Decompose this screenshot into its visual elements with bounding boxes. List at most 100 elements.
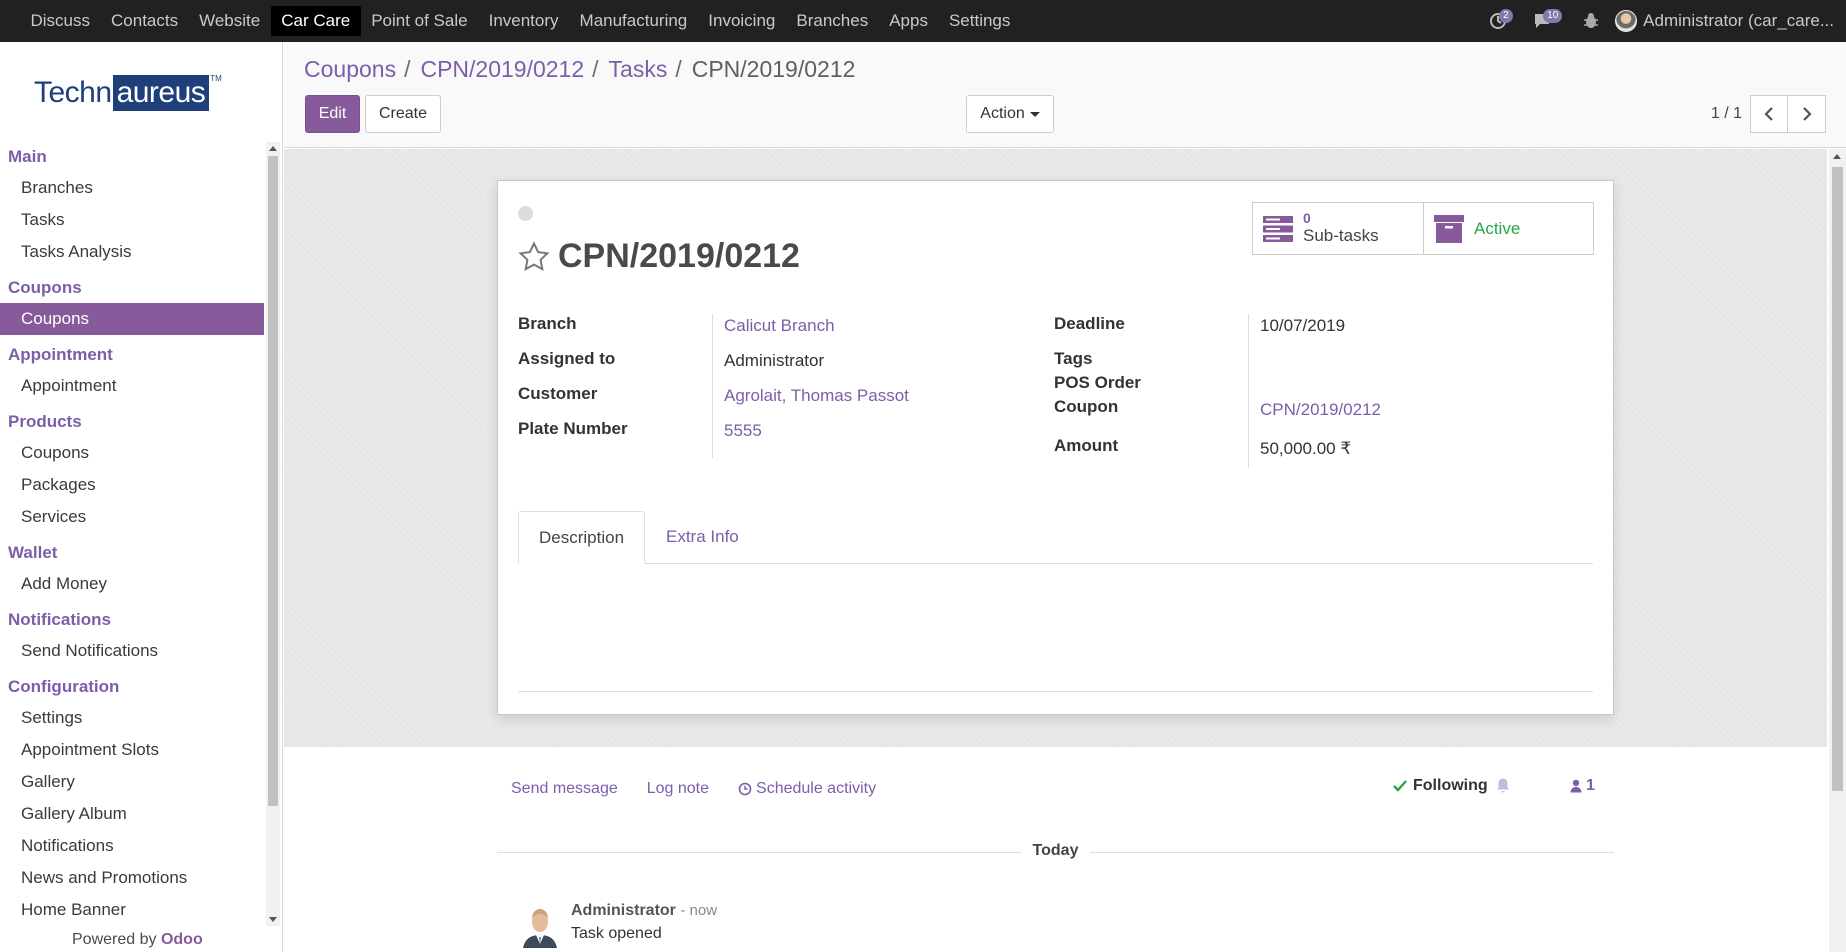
odoo-link[interactable]: Odoo: [161, 931, 203, 948]
section-products: Products: [8, 412, 82, 431]
section-main: Main: [8, 147, 47, 166]
subtasks-label: Sub-tasks: [1303, 226, 1379, 245]
branch-field[interactable]: Calicut Branch: [724, 316, 835, 336]
followers-count: 1: [1586, 777, 1595, 794]
sidebar-item-packages[interactable]: Packages: [0, 469, 264, 501]
sidebar-item-home-banner[interactable]: Home Banner: [0, 894, 264, 926]
sidebar-item-appointment[interactable]: Appointment: [0, 370, 264, 402]
pager-next-button[interactable]: [1788, 95, 1826, 133]
amount-field[interactable]: 50,000.00 ₹: [1260, 439, 1351, 459]
pos-order-label: POS Order: [1054, 373, 1141, 392]
sidebar-item-settings[interactable]: Settings: [0, 702, 264, 734]
user-avatar: [1615, 10, 1638, 32]
author-avatar[interactable]: [519, 902, 561, 948]
amount-label: Amount: [1054, 436, 1119, 455]
record-title: CPN/2019/0212: [518, 237, 800, 276]
pager-previous-button[interactable]: [1750, 95, 1788, 133]
scroll-down-arrow-icon[interactable]: [269, 917, 277, 922]
star-icon[interactable]: [518, 240, 550, 273]
breadcrumb-coupon-record[interactable]: CPN/2019/0212: [420, 56, 584, 83]
user-menu[interactable]: Administrator (car_care...: [1615, 10, 1834, 32]
deadline-label: Deadline: [1054, 314, 1125, 333]
deadline-field[interactable]: 10/07/2019: [1260, 316, 1345, 336]
schedule-activity-button[interactable]: Schedule activity: [738, 780, 876, 798]
section-notifications: Notifications: [8, 610, 111, 629]
scroll-up-arrow-icon[interactable]: [269, 146, 277, 151]
sidebar-item-tasks[interactable]: Tasks: [0, 204, 264, 236]
breadcrumb-separator: /: [675, 56, 682, 82]
coupon-field[interactable]: CPN/2019/0212: [1260, 400, 1381, 420]
activity-icon[interactable]: 2: [1489, 9, 1513, 30]
sidebar-item-gallery-album[interactable]: Gallery Album: [0, 798, 264, 830]
following-button[interactable]: Following: [1393, 777, 1488, 795]
send-message-button[interactable]: Send message: [511, 780, 618, 798]
subtasks-button[interactable]: 0 Sub-tasks: [1253, 203, 1423, 254]
chevron-right-icon: [1802, 107, 1812, 121]
sidebar-item-product-coupons[interactable]: Coupons: [0, 437, 264, 469]
menu-contacts[interactable]: Contacts: [101, 6, 189, 36]
tab-description[interactable]: Description: [518, 511, 646, 564]
sidebar-item-gallery[interactable]: Gallery: [0, 766, 264, 798]
pager-value[interactable]: 1 / 1: [1711, 105, 1742, 123]
followers-button[interactable]: 1: [1570, 777, 1595, 795]
date-separator-label: Today: [1020, 842, 1091, 859]
message-author[interactable]: Administrator: [571, 902, 676, 919]
sidebar-item-news-promotions[interactable]: News and Promotions: [0, 862, 264, 894]
menu-point-of-sale[interactable]: Point of Sale: [361, 6, 478, 36]
menu-settings[interactable]: Settings: [938, 6, 1020, 36]
breadcrumb-separator: /: [592, 56, 599, 82]
tab-content-divider: [518, 691, 1593, 692]
sidebar-item-tasks-analysis[interactable]: Tasks Analysis: [0, 236, 264, 268]
scrollbar-thumb[interactable]: [268, 156, 278, 806]
active-label: Active: [1474, 218, 1521, 238]
active-toggle-button[interactable]: Active: [1423, 203, 1593, 254]
sidebar-item-appointment-slots[interactable]: Appointment Slots: [0, 734, 264, 766]
menu-invoicing[interactable]: Invoicing: [698, 6, 786, 36]
plate-number-field[interactable]: 5555: [724, 421, 762, 441]
tasks-icon: [1263, 215, 1293, 242]
subtasks-count: 0: [1303, 210, 1311, 226]
kanban-state-icon[interactable]: [518, 206, 533, 221]
caret-down-icon: [1029, 111, 1040, 117]
action-label: Action: [980, 105, 1025, 122]
activity-count-badge: 2: [1499, 9, 1513, 23]
breadcrumb-coupons[interactable]: Coupons: [304, 56, 396, 83]
sidebar-item-services[interactable]: Services: [0, 501, 264, 533]
plate-number-label: Plate Number: [518, 419, 628, 438]
sidebar-menu: Main Branches Tasks Tasks Analysis Coupo…: [0, 142, 264, 932]
scrollbar-thumb[interactable]: [1832, 167, 1843, 791]
menu-website[interactable]: Website: [189, 6, 271, 36]
customer-field[interactable]: Agrolait, Thomas Passot: [724, 386, 909, 406]
section-appointment: Appointment: [8, 345, 113, 364]
messages-icon[interactable]: 10: [1533, 9, 1563, 30]
tab-extra-info[interactable]: Extra Info: [646, 511, 759, 564]
assigned-to-field[interactable]: Administrator: [724, 351, 824, 371]
sidebar-item-branches[interactable]: Branches: [0, 172, 264, 204]
logo-tm: TM: [210, 74, 222, 83]
sidebar-item-coupons[interactable]: Coupons: [0, 303, 264, 335]
menu-branches[interactable]: Branches: [786, 6, 879, 36]
sidebar-item-send-notifications[interactable]: Send Notifications: [0, 635, 264, 667]
sidebar-scrollbar[interactable]: [266, 142, 280, 926]
menu-discuss[interactable]: Discuss: [20, 6, 101, 36]
scroll-up-arrow-icon[interactable]: [1833, 154, 1841, 159]
powered-by: Powered by Odoo: [72, 931, 203, 949]
form-view: CPN/2019/0212 0 Sub-tasks Active Branch …: [284, 149, 1827, 747]
breadcrumb-tasks[interactable]: Tasks: [609, 56, 668, 83]
debug-bug-icon[interactable]: [1583, 12, 1599, 30]
menu-apps[interactable]: Apps: [879, 6, 939, 36]
user-icon: [1570, 779, 1582, 793]
sidebar-item-add-money[interactable]: Add Money: [0, 568, 264, 600]
form-scrollbar[interactable]: [1829, 149, 1846, 952]
message-count-badge: 10: [1543, 9, 1563, 23]
log-note-button[interactable]: Log note: [647, 780, 709, 798]
sidebar-item-config-notifications[interactable]: Notifications: [0, 830, 264, 862]
create-button[interactable]: Create: [365, 95, 441, 133]
menu-manufacturing[interactable]: Manufacturing: [569, 6, 698, 36]
menu-inventory[interactable]: Inventory: [478, 6, 569, 36]
bell-icon[interactable]: [1495, 777, 1511, 795]
edit-button[interactable]: Edit: [305, 95, 360, 133]
menu-car-care[interactable]: Car Care: [270, 6, 361, 36]
author-photo-icon: [519, 902, 561, 948]
action-dropdown-button[interactable]: Action: [966, 95, 1054, 133]
